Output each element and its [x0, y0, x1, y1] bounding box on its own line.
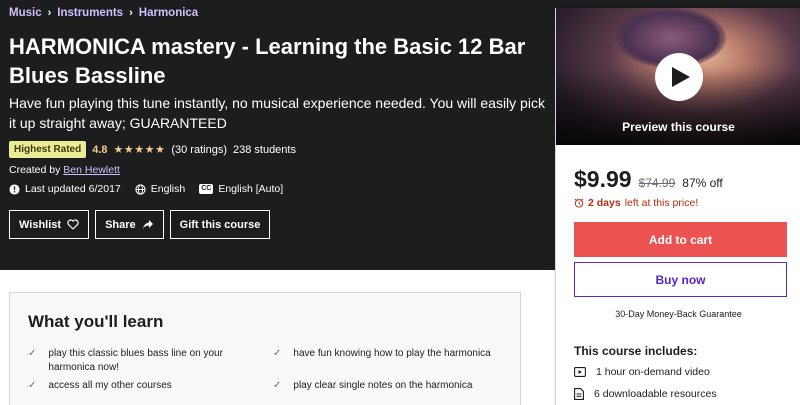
gift-label: Gift this course — [179, 218, 261, 231]
learn-title: What you'll learn — [28, 312, 164, 331]
checkmark-icon: ✓ — [28, 380, 37, 391]
chevron-right-icon: › — [129, 7, 133, 19]
checkmark-icon: ✓ — [28, 348, 37, 359]
play-button[interactable] — [655, 53, 703, 101]
learn-item: ✓ have fun knowing how to play the harmo… — [273, 347, 493, 361]
chevron-right-icon: › — [47, 7, 52, 19]
rating-row: Highest Rated 4.8 ★★★★★ (30 ratings) 238… — [9, 141, 296, 158]
created-by: Created by Ben Hewlett — [9, 164, 120, 176]
students-count: 238 students — [232, 143, 296, 156]
includes-item-text: 6 downloadable resources — [594, 388, 717, 400]
purchase-sidebar: Preview this course $9.99 $74.99 87% off… — [555, 8, 800, 405]
checkmark-icon: ✓ — [273, 348, 282, 359]
what-youll-learn: What you'll learn ✓ play this classic bl… — [9, 292, 521, 405]
breadcrumb: Music › Instruments › Harmonica — [9, 7, 198, 19]
current-price: $9.99 — [574, 166, 632, 192]
course-actions: Wishlist Share Gift this course — [9, 210, 271, 239]
price-row: $9.99 $74.99 87% off — [574, 166, 723, 193]
discount-percent: 87% off — [682, 176, 723, 190]
globe-icon — [135, 183, 146, 195]
includes-title: This course includes: — [574, 344, 698, 358]
last-updated-text: Last updated 6/2017 — [25, 183, 121, 195]
alert-badge-icon — [9, 183, 20, 195]
course-subtitle: Have fun playing this tune instantly, no… — [9, 95, 545, 131]
money-back-guarantee: 30-Day Money-Back Guarantee — [615, 309, 742, 319]
last-updated: Last updated 6/2017 — [9, 183, 121, 195]
breadcrumb-instruments[interactable]: Instruments — [57, 7, 123, 19]
file-icon — [574, 388, 584, 400]
learn-item-text: access all my other courses — [48, 380, 172, 391]
learn-item: ✓ play this classic blues bass line on y… — [28, 347, 248, 375]
includes-item: 1 hour on-demand video — [574, 366, 710, 378]
language: English — [135, 183, 185, 195]
heart-icon — [67, 219, 79, 230]
sale-timer: 2 days left at this price! — [574, 197, 698, 209]
share-button[interactable]: Share — [95, 210, 164, 239]
learn-item-text: play this classic blues bass line on you… — [48, 348, 223, 373]
play-icon — [672, 67, 690, 87]
created-by-label: Created by — [9, 164, 61, 176]
breadcrumb-harmonica[interactable]: Harmonica — [139, 7, 198, 19]
video-icon — [574, 367, 586, 377]
closed-captions-icon: CC — [199, 184, 214, 194]
learn-item: ✓ access all my other courses — [28, 379, 248, 393]
course-preview[interactable]: Preview this course — [556, 8, 800, 145]
gift-course-button[interactable]: Gift this course — [169, 210, 271, 239]
star-rating-icon: ★★★★★ — [113, 144, 166, 156]
learn-item-text: have fun knowing how to play the harmoni… — [293, 348, 491, 359]
language-text: English — [150, 183, 186, 195]
includes-item-text: 1 hour on-demand video — [596, 366, 710, 378]
timer-text: left at this price! — [624, 197, 699, 209]
includes-item: 6 downloadable resources — [574, 388, 717, 400]
instructor-link[interactable]: Ben Hewlett — [63, 164, 120, 176]
learn-item: ✓ play clear single notes on the harmoni… — [273, 379, 493, 393]
share-arrow-icon — [142, 220, 153, 229]
alarm-clock-icon — [574, 198, 584, 208]
checkmark-icon: ✓ — [273, 380, 282, 391]
buy-now-button[interactable]: Buy now — [574, 262, 787, 297]
wishlist-label: Wishlist — [19, 218, 62, 231]
captions: CC English [Auto] — [199, 183, 283, 195]
add-to-cart-button[interactable]: Add to cart — [574, 222, 787, 257]
timer-days: 2 days — [588, 197, 621, 209]
original-price: $74.99 — [638, 176, 676, 190]
highest-rated-badge: Highest Rated — [9, 141, 87, 158]
preview-label: Preview this course — [622, 120, 735, 134]
learn-item-text: play clear single notes on the harmonica — [293, 380, 473, 391]
rating-value: 4.8 — [92, 143, 108, 156]
breadcrumb-music[interactable]: Music — [9, 7, 42, 19]
ratings-count-link[interactable]: (30 ratings) — [171, 144, 227, 156]
wishlist-button[interactable]: Wishlist — [9, 210, 90, 239]
course-title: HARMONICA mastery - Learning the Basic 1… — [9, 34, 526, 88]
share-label: Share — [105, 218, 136, 231]
course-meta: Last updated 6/2017 English CC English [… — [9, 183, 297, 195]
captions-text: English [Auto] — [218, 183, 284, 195]
